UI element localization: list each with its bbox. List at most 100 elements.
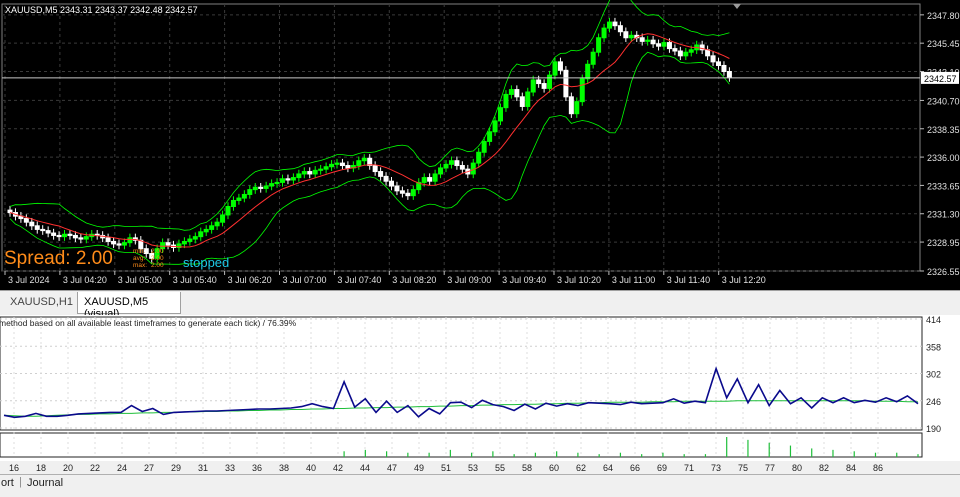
candle-body [590,51,596,65]
candle-body [389,180,394,187]
candle-body [563,69,569,98]
price-tick-label: 2326.55 [927,267,960,277]
candle-body [476,151,482,164]
candle-body [62,233,67,238]
candle-body [7,209,13,214]
candle-body [525,91,531,107]
candle-body [503,93,509,109]
tab-xauusd-m5-visual[interactable]: XAUUSD,M5 (visual) [77,292,181,320]
candle-body [198,231,204,238]
candle-body [290,177,296,181]
candle-body [492,120,498,133]
candle-body [677,50,683,57]
price-chart-canvas[interactable]: 2347.802345.452343.102340.702338.352336.… [0,0,960,290]
candle-body [263,185,269,189]
candle-body [459,165,465,170]
spread-label: Spread: 2.00 [4,248,113,269]
candle-body [672,48,678,52]
price-chart[interactable]: 2347.802345.452343.102340.702338.352336.… [0,0,960,290]
pass-tick-label: 53 [468,463,478,473]
stopped-label: stopped [183,255,229,270]
candle-body [378,171,384,177]
spread-stat-value: 2.00 [151,262,164,269]
candle-body [716,61,721,66]
candle-body [612,21,618,27]
candle-body [541,83,547,89]
candle-body [247,189,253,195]
pass-tick-label: 47 [387,463,397,473]
candle-body [339,162,345,167]
candle-body [301,171,307,175]
candle-body [345,165,351,169]
candle-body [220,214,226,223]
pass-tick-label: 20 [63,463,73,473]
time-tick-label: 3 Jul 07:40 [337,275,381,285]
tab-report[interactable]: ort [1,477,14,489]
tab-separator: | [19,476,22,488]
spread-stat-label: avg: [133,255,145,262]
candle-body [203,228,209,233]
candle-body [312,169,318,175]
time-tick-label: 3 Jul 05:00 [118,275,162,285]
pass-tick-label: 33 [225,463,235,473]
candle-body [40,228,46,232]
pass-tick-label: 62 [576,463,586,473]
candle-body [372,165,378,173]
balance-tick-label: 190 [926,424,941,434]
candle-body [487,131,493,142]
candle-body [547,74,553,89]
candle-body [579,78,585,103]
tab-journal[interactable]: Journal [27,477,63,489]
candle-body [116,243,122,246]
candle-body [661,42,667,47]
candle-body [45,230,51,234]
pass-tick-label: 16 [9,463,19,473]
pass-tick-label: 66 [630,463,640,473]
optimization-header: method based on all available least time… [0,318,297,328]
pass-tick-label: 42 [333,463,343,473]
candle-body [111,240,117,245]
pass-tick-label: 18 [36,463,46,473]
candle-body [121,242,127,246]
pass-tick-label: 29 [171,463,181,473]
candle-body [56,234,62,238]
candle-body [269,183,275,187]
chart-shift-marker-icon [733,4,741,9]
candle-body [323,166,329,170]
candle-body [574,101,580,115]
time-tick-label: 3 Jul 08:20 [392,275,436,285]
candle-body [274,181,280,185]
price-tick-label: 2333.65 [927,181,960,191]
candle-body [607,21,612,29]
candle-body [252,186,258,191]
candle-body [628,34,634,39]
candle-body [443,163,449,169]
candle-body [127,237,133,244]
time-tick-label: 3 Jul 07:00 [283,275,327,285]
candle-body [427,177,433,182]
candle-body [34,225,40,230]
tab-xauusd-h1[interactable]: XAUUSD,H1 [4,292,73,314]
candle-body [666,42,672,50]
candle-body [394,185,400,192]
candle-body [650,39,656,45]
spread-stat-label: min: [133,248,145,255]
candle-body [454,160,460,167]
candle-body [639,37,645,42]
candle-body [329,163,335,168]
candle-body [519,96,525,107]
chart-plot-border [1,3,921,272]
pass-tick-label: 86 [873,463,883,473]
price-tick-label: 2336.00 [927,153,960,163]
candle-body [508,89,514,95]
time-tick-label: 3 Jul 11:40 [667,275,710,285]
volume-plot-border [0,432,923,458]
candle-body [710,55,716,63]
candle-body [318,168,324,171]
time-tick-label: 3 Jul 09:00 [447,275,491,285]
candle-body [405,192,411,197]
pass-tick-label: 84 [846,463,856,473]
candle-body [623,31,629,39]
candle-body [236,197,242,201]
pass-tick-label: 36 [252,463,262,473]
